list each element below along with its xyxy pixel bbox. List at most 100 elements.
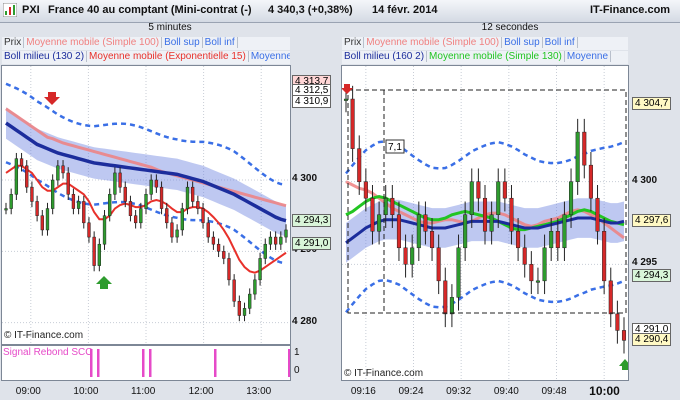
price-candle xyxy=(443,280,448,315)
x-tick-label: 11:00 xyxy=(131,386,156,397)
price-candle xyxy=(476,181,481,199)
price-candle xyxy=(279,236,283,245)
price-candle xyxy=(139,208,143,224)
y-tick-label: 4 280 xyxy=(292,315,318,327)
price-candle xyxy=(118,172,122,188)
instrument-name: France 40 au comptant (Mini-contrat (-) xyxy=(48,4,252,16)
legend-boll-sup[interactable]: Boll sup xyxy=(162,37,203,48)
left-price-plot[interactable] xyxy=(1,65,291,345)
price-candle xyxy=(165,208,169,224)
price-candle xyxy=(542,247,547,282)
price-candle xyxy=(535,280,540,283)
price-candle xyxy=(14,158,19,195)
price-candle xyxy=(469,181,474,215)
price-candle xyxy=(449,297,454,315)
x-tick-label: 10:00 xyxy=(589,384,620,398)
price-candle xyxy=(61,165,65,174)
price-candle xyxy=(76,201,81,209)
right-price-plot[interactable]: 7,1 xyxy=(341,65,629,381)
price-candle xyxy=(149,179,153,195)
price-candle xyxy=(92,236,96,266)
x-tick-label: 09:24 xyxy=(398,386,424,397)
price-candle xyxy=(482,197,488,232)
legend-ema15[interactable]: Moyenne mobile (Exponentielle 15) xyxy=(87,51,249,62)
legend-boll-sup-r[interactable]: Boll sup xyxy=(502,37,543,48)
x-tick-label: 09:32 xyxy=(446,386,472,397)
price-candle xyxy=(496,181,501,215)
legend-ma100-r[interactable]: Moyenne mobile (Simple 100) xyxy=(364,37,503,48)
price-candle xyxy=(216,243,221,252)
legend-moyenne[interactable]: Moyenne xyxy=(248,51,290,62)
price-candle xyxy=(588,164,593,199)
chart-window: PXI France 40 au comptant (Mini-contrat … xyxy=(0,0,680,400)
price-candle xyxy=(463,214,468,249)
price-candle xyxy=(602,231,607,282)
legend-price[interactable]: Prix xyxy=(2,37,25,48)
price-candle xyxy=(66,172,70,195)
legend-boll-inf-r[interactable]: Boll inf xyxy=(542,37,578,48)
legend-boll-mid-r[interactable]: Boll milieu (160 2) xyxy=(342,51,428,62)
price-candle xyxy=(410,247,415,265)
left-legend-row1: Prix Moyenne mobile (Simple 100) Boll sup B… xyxy=(2,37,290,50)
price-candle xyxy=(268,236,273,245)
x-tick-label: 09:40 xyxy=(493,386,519,397)
price-candle xyxy=(35,201,39,216)
legend-ma130-r[interactable]: Moyenne mobile (Simple 130) xyxy=(427,51,565,62)
price-candle xyxy=(113,172,117,195)
legend-moyenne-r[interactable]: Moyenne xyxy=(564,51,612,62)
x-tick-label: 13:00 xyxy=(246,386,272,397)
indicator-label: Signal Rebond SCO xyxy=(3,347,94,358)
x-tick-label: 10:00 xyxy=(73,386,99,397)
buy-arrow-icon xyxy=(96,276,112,289)
x-tick-label: 09:48 xyxy=(541,386,567,397)
price-candle xyxy=(263,243,267,259)
signal-bar xyxy=(149,349,152,377)
value-tag: 4 304,7 xyxy=(632,97,672,110)
right-legend-row1: Prix Moyenne mobile (Simple 100) Boll sup B… xyxy=(342,37,628,50)
price-candle xyxy=(377,214,382,232)
legend-ma100[interactable]: Moyenne mobile (Simple 100) xyxy=(24,37,163,48)
legend-boll-inf[interactable]: Boll inf xyxy=(202,37,238,48)
left-panel-title: 5 minutes xyxy=(148,22,192,33)
legend-price-r[interactable]: Prix xyxy=(342,37,365,48)
left-chart-svg xyxy=(2,66,290,344)
price-candle xyxy=(123,186,127,202)
value-tag: 4 291,0 xyxy=(292,237,332,251)
price-candle xyxy=(555,231,560,249)
price-candle xyxy=(595,197,600,232)
price-candle xyxy=(206,222,210,238)
price-candle xyxy=(509,197,514,232)
brand-name: IT-Finance.com xyxy=(590,4,671,16)
price-candle xyxy=(273,236,278,245)
price-candle xyxy=(489,214,494,232)
price-candle xyxy=(403,247,408,265)
price-candle xyxy=(196,201,200,209)
quote-date: 14 févr. 2014 xyxy=(372,4,438,16)
price-candle xyxy=(4,208,8,211)
y-tick-label: 4 295 xyxy=(632,257,658,269)
price-candle xyxy=(516,231,521,249)
price-candle xyxy=(562,214,567,249)
legend-boll-mid[interactable]: Boll milieu (130 2) xyxy=(2,51,88,62)
price-candle xyxy=(170,222,174,238)
left-legend-row2: Boll milieu (130 2) Moyenne mobile (Expon… xyxy=(2,51,290,64)
price-candle xyxy=(128,201,133,216)
value-tag: 4 290,4 xyxy=(632,333,672,347)
sell-arrow-icon xyxy=(342,84,353,94)
right-panel-title: 12 secondes xyxy=(481,22,539,33)
x-tick-label: 09:00 xyxy=(15,386,41,397)
signal-bar xyxy=(288,349,290,377)
price-candle xyxy=(242,308,247,316)
price-candle xyxy=(87,222,91,238)
x-tick-label: 09:16 xyxy=(350,386,376,397)
price-candle xyxy=(232,279,236,302)
price-candle xyxy=(370,197,375,232)
signal-bar xyxy=(214,349,217,377)
price-candle xyxy=(201,208,205,224)
value-tag: 4 294,3 xyxy=(292,213,332,227)
price-candle xyxy=(350,98,355,149)
price-candle xyxy=(159,186,164,209)
price-candle xyxy=(343,98,349,101)
price-candle xyxy=(502,181,507,199)
indicator-scale-0: 0 xyxy=(294,365,300,376)
